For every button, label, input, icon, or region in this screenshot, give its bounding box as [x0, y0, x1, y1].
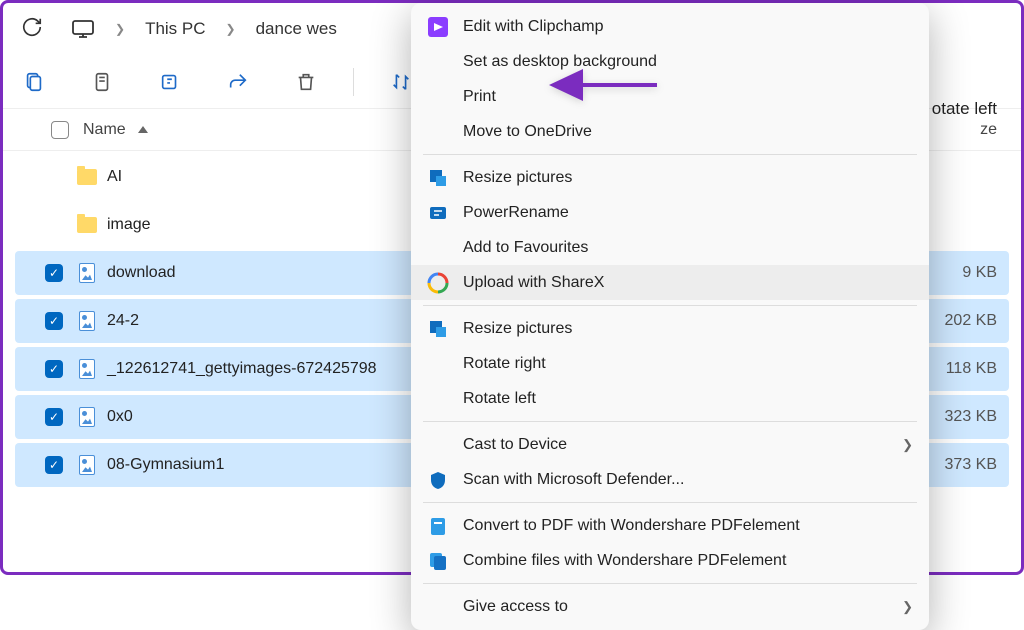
- chevron-right-icon: ❯: [226, 22, 236, 36]
- menu-item[interactable]: Upload with ShareX: [411, 265, 929, 300]
- menu-label: Convert to PDF with Wondershare PDFeleme…: [463, 517, 800, 535]
- menu-item[interactable]: Rotate right: [411, 346, 929, 381]
- file-name: 24-2: [107, 312, 139, 330]
- menu-item[interactable]: Rotate left: [411, 381, 929, 416]
- file-size: 202 KB: [945, 312, 997, 330]
- file-name: AI: [107, 168, 122, 186]
- crumb-this-pc[interactable]: This PC: [145, 19, 205, 39]
- menu-label: Move to OneDrive: [463, 123, 592, 141]
- image-file-icon: [77, 311, 97, 331]
- menu-label: Edit with Clipchamp: [463, 18, 604, 36]
- menu-item[interactable]: Move to OneDrive: [411, 114, 929, 149]
- menu-label: Print: [463, 88, 496, 106]
- folder-icon: [77, 167, 97, 187]
- menu-label: Add to Favourites: [463, 239, 588, 257]
- refresh-icon[interactable]: [21, 16, 43, 43]
- resize-icon: [427, 167, 449, 189]
- image-file-icon: [77, 263, 97, 283]
- file-name: image: [107, 216, 151, 234]
- menu-item[interactable]: Print: [411, 79, 929, 114]
- menu-label: PowerRename: [463, 204, 569, 222]
- context-menu: Edit with Clipchamp Set as desktop backgr…: [411, 3, 929, 630]
- chevron-right-icon: ❯: [115, 22, 125, 36]
- pdfc-icon: [427, 550, 449, 572]
- cut-icon[interactable]: [23, 71, 45, 93]
- blank-icon: [427, 51, 449, 73]
- crumb-folder[interactable]: dance wes: [256, 19, 337, 39]
- blank-icon: [427, 353, 449, 375]
- select-all-checkbox[interactable]: [51, 121, 69, 139]
- menu-label: Resize pictures: [463, 169, 572, 187]
- chevron-right-icon: ❯: [902, 599, 913, 615]
- menu-label: Rotate right: [463, 355, 546, 373]
- blank-icon: [427, 388, 449, 410]
- menu-separator: [423, 502, 917, 503]
- rename-icon[interactable]: [159, 71, 181, 93]
- menu-label: Scan with Microsoft Defender...: [463, 471, 684, 489]
- menu-item[interactable]: Give access to ❯: [411, 589, 929, 624]
- menu-item[interactable]: PowerRename: [411, 195, 929, 230]
- menu-item[interactable]: Convert to PDF with Wondershare PDFeleme…: [411, 508, 929, 543]
- checkbox-checked-icon[interactable]: [45, 264, 63, 282]
- share-icon[interactable]: [227, 71, 249, 93]
- pdf-icon: [427, 515, 449, 537]
- checkbox-checked-icon[interactable]: [45, 312, 63, 330]
- blank-icon: [427, 434, 449, 456]
- rotate-left-label[interactable]: otate left: [932, 99, 997, 119]
- menu-label: Rotate left: [463, 390, 536, 408]
- chevron-right-icon: ❯: [902, 437, 913, 453]
- file-size: 118 KB: [946, 360, 997, 378]
- clipchamp-icon: [427, 16, 449, 38]
- file-name: 08-Gymnasium1: [107, 456, 224, 474]
- copy-icon[interactable]: [91, 71, 113, 93]
- shield-icon: [427, 469, 449, 491]
- file-name: 0x0: [107, 408, 133, 426]
- file-size: 373 KB: [945, 456, 997, 474]
- menu-item[interactable]: Add to Favourites: [411, 230, 929, 265]
- menu-item[interactable]: Scan with Microsoft Defender...: [411, 462, 929, 497]
- menu-label: Give access to: [463, 598, 568, 616]
- menu-label: Combine files with Wondershare PDFelemen…: [463, 552, 786, 570]
- blank-icon: [427, 86, 449, 108]
- menu-item[interactable]: Set as desktop background: [411, 44, 929, 79]
- menu-separator: [423, 154, 917, 155]
- file-name: download: [107, 264, 176, 282]
- menu-separator: [423, 305, 917, 306]
- menu-label: Upload with ShareX: [463, 274, 604, 292]
- file-name: _122612741_gettyimages-672425798: [107, 360, 377, 378]
- menu-item[interactable]: Edit with Clipchamp: [411, 9, 929, 44]
- image-file-icon: [77, 455, 97, 475]
- annotation-arrow: [547, 63, 657, 112]
- menu-separator: [423, 421, 917, 422]
- name-column-header[interactable]: Name: [83, 121, 148, 139]
- menu-item[interactable]: Combine files with Wondershare PDFelemen…: [411, 543, 929, 578]
- separator: [353, 68, 354, 96]
- file-size: 323 KB: [945, 408, 997, 426]
- sort-asc-icon: [138, 126, 148, 134]
- menu-separator: [423, 583, 917, 584]
- image-file-icon: [77, 359, 97, 379]
- menu-item[interactable]: Cast to Device ❯: [411, 427, 929, 462]
- file-size: 9 KB: [962, 264, 997, 282]
- menu-label: Cast to Device: [463, 436, 567, 454]
- sort-icon[interactable]: [390, 71, 412, 93]
- delete-icon[interactable]: [295, 71, 317, 93]
- breadcrumb[interactable]: ❯ This PC ❯ dance wes: [71, 19, 337, 39]
- menu-label: Resize pictures: [463, 320, 572, 338]
- resize-icon: [427, 318, 449, 340]
- menu-item[interactable]: Resize pictures: [411, 311, 929, 346]
- folder-icon: [77, 215, 97, 235]
- pc-icon: [71, 19, 95, 39]
- size-column-header[interactable]: ze: [980, 121, 997, 139]
- checkbox-checked-icon[interactable]: [45, 408, 63, 426]
- checkbox-checked-icon[interactable]: [45, 456, 63, 474]
- rename-icon: [427, 202, 449, 224]
- sharex-icon: [427, 272, 449, 294]
- image-file-icon: [77, 407, 97, 427]
- menu-item[interactable]: Resize pictures: [411, 160, 929, 195]
- checkbox-checked-icon[interactable]: [45, 360, 63, 378]
- blank-icon: [427, 596, 449, 618]
- blank-icon: [427, 121, 449, 143]
- blank-icon: [427, 237, 449, 259]
